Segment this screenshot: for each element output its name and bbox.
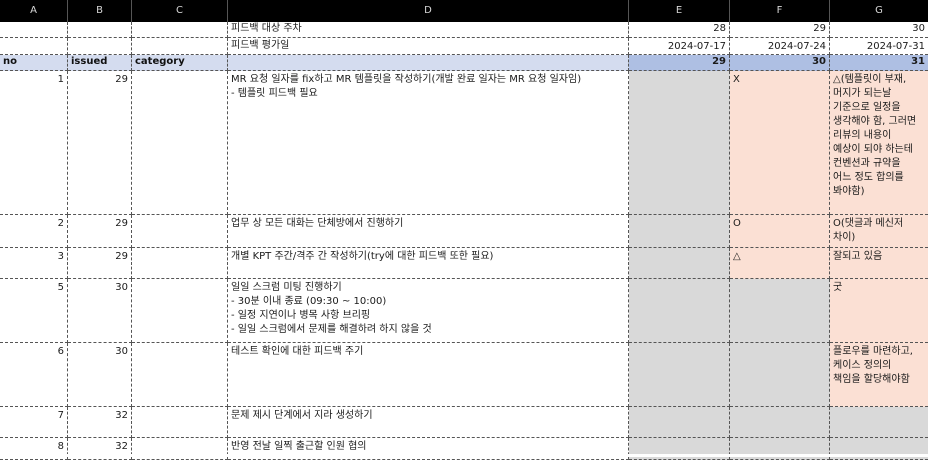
table-row: 5 30 일일 스크럼 미팅 진행하기 - 30분 이내 종료 (09:30 ~… (0, 279, 928, 343)
column-header-c[interactable]: C (132, 0, 228, 22)
row-no[interactable]: 1 (0, 71, 68, 215)
row-week-f[interactable] (730, 279, 830, 343)
header-week-e[interactable]: 29 (629, 55, 730, 71)
table-row: 3 29 개별 KPT 주간/격주 간 작성하기(try에 대한 피드백 또한 … (0, 248, 928, 279)
column-header-d[interactable]: D (228, 0, 629, 22)
table-row: 1 29 MR 요청 일자를 fix하고 MR 템플릿을 작성하기(개발 완료 … (0, 71, 928, 215)
spreadsheet: A B C D E F G 피드백 대상 주차 28 29 30 피드백 평가일… (0, 0, 928, 460)
row-text[interactable]: 일일 스크럼 미팅 진행하기 - 30분 이내 종료 (09:30 ~ 10:0… (228, 279, 629, 343)
row-category[interactable] (132, 71, 228, 215)
row-category[interactable] (132, 215, 228, 248)
row-week-g[interactable] (830, 407, 928, 438)
column-header-g[interactable]: G (830, 0, 928, 22)
header-blank[interactable] (228, 55, 629, 71)
row-week-f[interactable]: O (730, 215, 830, 248)
row-issued[interactable]: 29 (68, 248, 132, 279)
cell[interactable] (0, 22, 68, 38)
row-no[interactable]: 5 (0, 279, 68, 343)
meta-week-e[interactable]: 28 (629, 22, 730, 38)
row-week-e[interactable] (629, 71, 730, 215)
header-issued[interactable]: issued (68, 55, 132, 71)
table-row: 2 29 업무 상 모든 대화는 단체방에서 진행하기 O O(댓글과 메신저 … (0, 215, 928, 248)
meta-label-date[interactable]: 피드백 평가일 (228, 38, 629, 55)
header-category[interactable]: category (132, 55, 228, 71)
row-issued[interactable]: 29 (68, 71, 132, 215)
row-text[interactable]: 업무 상 모든 대화는 단체방에서 진행하기 (228, 215, 629, 248)
row-week-g[interactable]: 잘되고 있음 (830, 248, 928, 279)
row-category[interactable] (132, 343, 228, 407)
column-header-e[interactable]: E (629, 0, 730, 22)
row-text[interactable]: 개별 KPT 주간/격주 간 작성하기(try에 대한 피드백 또한 필요) (228, 248, 629, 279)
header-week-f[interactable]: 30 (730, 55, 830, 71)
row-category[interactable] (132, 279, 228, 343)
row-week-e[interactable] (629, 215, 730, 248)
cell[interactable] (0, 38, 68, 55)
row-issued[interactable]: 30 (68, 343, 132, 407)
row-week-g[interactable]: △(템플릿이 부재, 머지가 되는날 기준으로 일정을 생각해야 함, 그러면 … (830, 71, 928, 215)
column-header-f[interactable]: F (730, 0, 830, 22)
meta-date-f[interactable]: 2024-07-24 (730, 38, 830, 55)
row-week-e[interactable] (629, 248, 730, 279)
row-week-g[interactable]: 플로우를 마련하고, 케이스 정의의 책임을 할당해야함 (830, 343, 928, 407)
row-week-f[interactable]: △ (730, 248, 830, 279)
row-issued[interactable]: 29 (68, 215, 132, 248)
meta-date-e[interactable]: 2024-07-17 (629, 38, 730, 55)
row-week-f[interactable] (730, 343, 830, 407)
meta-row-week: 피드백 대상 주차 28 29 30 (0, 22, 928, 38)
header-no[interactable]: no (0, 55, 68, 71)
row-week-e[interactable] (629, 343, 730, 407)
meta-week-f[interactable]: 29 (730, 22, 830, 38)
cell[interactable] (68, 38, 132, 55)
row-issued[interactable]: 30 (68, 279, 132, 343)
column-header-b[interactable]: B (68, 0, 132, 22)
header-week-g[interactable]: 31 (830, 55, 928, 71)
row-week-g[interactable]: 굿 (830, 279, 928, 343)
row-category[interactable] (132, 407, 228, 438)
column-header-a[interactable]: A (0, 0, 68, 22)
meta-row-date: 피드백 평가일 2024-07-17 2024-07-24 2024-07-31 (0, 38, 928, 55)
meta-week-g[interactable]: 30 (830, 22, 928, 38)
row-week-e[interactable] (629, 279, 730, 343)
header-row: no issued category 29 30 31 (0, 55, 928, 71)
row-category[interactable] (132, 248, 228, 279)
row-week-f[interactable]: X (730, 71, 830, 215)
row-text[interactable]: MR 요청 일자를 fix하고 MR 템플릿을 작성하기(개발 완료 일자는 M… (228, 71, 629, 215)
row-no[interactable]: 6 (0, 343, 68, 407)
row-week-g[interactable]: O(댓글과 메신저 차이) (830, 215, 928, 248)
row-week-e[interactable] (629, 407, 730, 438)
table-row: 7 32 문제 제시 단계에서 지라 생성하기 (0, 407, 928, 438)
row-text[interactable]: 테스트 확인에 대한 피드백 주기 (228, 343, 629, 407)
row-no[interactable]: 7 (0, 407, 68, 438)
row-week-f[interactable] (730, 407, 830, 438)
row-no[interactable]: 3 (0, 248, 68, 279)
row-no[interactable]: 2 (0, 215, 68, 248)
cell[interactable] (132, 38, 228, 55)
row-issued[interactable]: 32 (68, 407, 132, 438)
table-row: 6 30 테스트 확인에 대한 피드백 주기 플로우를 마련하고, 케이스 정의… (0, 343, 928, 407)
cell[interactable] (68, 22, 132, 38)
column-header-bar: A B C D E F G (0, 0, 928, 22)
meta-label-week[interactable]: 피드백 대상 주차 (228, 22, 629, 38)
cell[interactable] (132, 22, 228, 38)
row-text[interactable]: 문제 제시 단계에서 지라 생성하기 (228, 407, 629, 438)
meta-date-g[interactable]: 2024-07-31 (830, 38, 928, 55)
